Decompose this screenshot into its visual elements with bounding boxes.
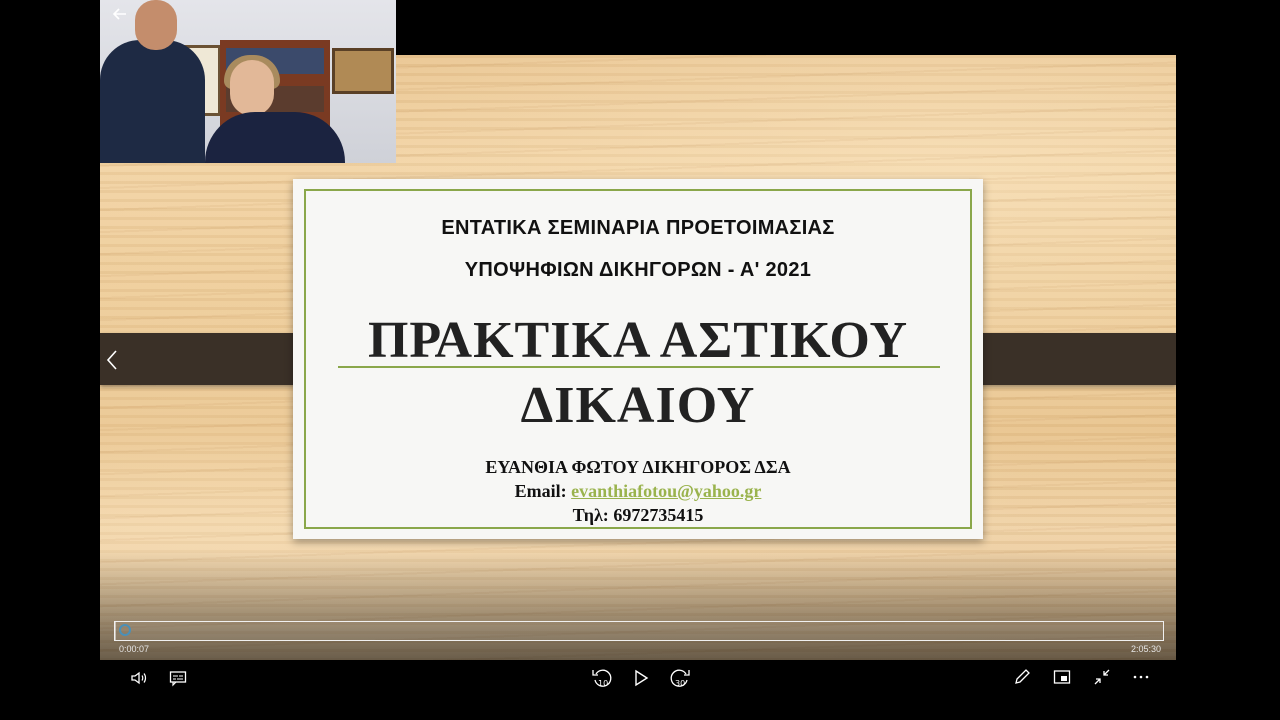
progress-bar[interactable] — [114, 621, 1164, 641]
slide-title-card: ΕΝΤΑΤΙΚΑ ΣΕΜΙΝΑΡΙΑ ΠΡΟΕΤΟΙΜΑΣΙΑΣ ΥΠΟΨΗΦΙ… — [293, 179, 983, 539]
slide-band-left — [100, 333, 318, 385]
presenter-man — [100, 40, 205, 163]
webcam-overlay — [100, 0, 396, 163]
wall-certificate — [332, 48, 394, 94]
email-label: Email: — [514, 481, 567, 501]
progress-thumb[interactable] — [119, 624, 131, 636]
chevron-left-icon[interactable] — [103, 345, 121, 375]
slide-band-right — [960, 333, 1176, 385]
more-icon[interactable] — [1131, 667, 1151, 687]
pencil-icon[interactable] — [1012, 667, 1032, 687]
volume-icon[interactable] — [129, 668, 149, 688]
time-current: 0:00:07 — [119, 644, 150, 654]
slide-heading-line2: ΥΠΟΨΗΦΙΩΝ ΔΙΚΗΓΟΡΩΝ - Α' 2021 — [464, 259, 812, 281]
svg-text:30: 30 — [675, 679, 685, 688]
slide-title-line1: ΠΡΑΚΤΙΚΑ ΑΣΤΙΚΟΥ — [367, 312, 909, 369]
email-link[interactable]: evanthiafotou@yahoo.gr — [571, 481, 761, 501]
skip-back-icon[interactable]: 10 — [590, 666, 614, 690]
skip-forward-icon[interactable]: 30 — [668, 666, 692, 690]
progress-fill — [115, 622, 117, 640]
mini-view-icon[interactable] — [1052, 667, 1072, 687]
control-bar: 10 30 — [0, 660, 1280, 720]
video-player: ΕΝΤΑΤΙΚΑ ΣΕΜΙΝΑΡΙΑ ΠΡΟΕΤΟΙΜΑΣΙΑΣ ΥΠΟΨΗΦΙ… — [0, 0, 1280, 720]
phone-number: 6972735415 — [613, 505, 704, 525]
presenter-email-line: Email: evanthiafotou@yahoo.gr — [293, 481, 983, 502]
title-divider — [338, 366, 940, 368]
slide-heading-line1: ΕΝΤΑΤΙΚΑ ΣΕΜΙΝΑΡΙΑ ΠΡΟΕΤΟΙΜΑΣΙΑΣ — [441, 217, 835, 239]
arrow-left-icon[interactable] — [108, 2, 132, 26]
exit-fullscreen-icon[interactable] — [1092, 667, 1112, 687]
captions-icon[interactable] — [168, 668, 188, 688]
slide-title-line2: ΔΙΚΑΙΟΥ — [520, 377, 756, 434]
svg-text:10: 10 — [598, 679, 608, 688]
presenter-name: ΕΥΑΝΘΙΑ ΦΩΤΟΥ ΔΙΚΗΓΟΡΟΣ ΔΣΑ — [485, 457, 791, 477]
presenter-phone-line: Τηλ: 6972735415 — [293, 505, 983, 526]
phone-label: Τηλ: — [572, 505, 609, 525]
play-icon[interactable] — [632, 668, 650, 688]
time-total: 2:05:30 — [1131, 644, 1162, 654]
